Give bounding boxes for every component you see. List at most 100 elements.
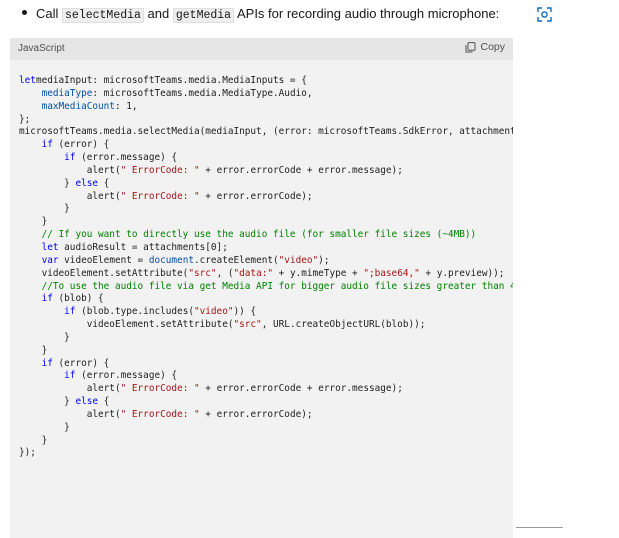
code-token: if bbox=[64, 152, 76, 164]
code-token: } bbox=[19, 177, 76, 189]
code-token: var bbox=[41, 254, 59, 266]
code-token: }; bbox=[19, 113, 31, 125]
code-line: if (error.message) { bbox=[19, 152, 513, 165]
code-token: alert( bbox=[19, 164, 121, 176]
code-token: "video" bbox=[278, 254, 319, 266]
code-token: if bbox=[41, 357, 53, 369]
code-token: " ErrorCode: " bbox=[120, 164, 200, 176]
code-block-header: JavaScript Copy bbox=[10, 38, 513, 60]
code-token: (error) { bbox=[52, 357, 110, 369]
code-token: )) { bbox=[233, 306, 257, 318]
code-line: }); bbox=[19, 447, 513, 460]
code-token: let bbox=[41, 241, 59, 253]
code-token: (blob.type.includes( bbox=[75, 306, 194, 318]
copy-icon bbox=[465, 41, 476, 52]
code-content: letmediaInput: microsoftTeams.media.Medi… bbox=[10, 60, 513, 460]
code-language-label: JavaScript bbox=[18, 43, 65, 54]
code-line: videoElement.setAttribute("src", URL.cre… bbox=[19, 319, 513, 332]
focus-mode-icon bbox=[537, 7, 552, 22]
instruction-prefix: Call bbox=[36, 6, 63, 21]
focus-mode-button[interactable] bbox=[536, 6, 553, 23]
code-token: } bbox=[19, 434, 48, 446]
code-token: "src" bbox=[233, 319, 262, 331]
code-line: } bbox=[19, 422, 513, 435]
code-line: if (blob.type.includes("video")) { bbox=[19, 306, 513, 319]
code-line: } bbox=[19, 345, 513, 358]
code-line: //To use the audio file via get Media AP… bbox=[19, 281, 513, 294]
code-block: JavaScript Copy letmediaInput: microsoft… bbox=[10, 38, 513, 538]
code-line: if (error) { bbox=[19, 358, 513, 371]
code-line: // If you want to directly use the audio… bbox=[19, 229, 513, 242]
code-token: audioResult = attachments[0]; bbox=[58, 241, 228, 253]
code-line: } bbox=[19, 435, 513, 448]
code-token: + error.errorCode); bbox=[199, 408, 313, 420]
code-token: ";base64," bbox=[363, 267, 420, 279]
code-line: if (error.message) { bbox=[19, 370, 513, 383]
code-line: var videoElement = document.createElemen… bbox=[19, 255, 513, 268]
code-token: { bbox=[98, 177, 110, 189]
code-token: alert( bbox=[19, 190, 121, 202]
code-token: alert( bbox=[19, 383, 121, 395]
code-token: } bbox=[19, 396, 76, 408]
code-line: if (blob) { bbox=[19, 293, 513, 306]
code-token: maxMediaCount bbox=[41, 100, 115, 112]
code-token: "src" bbox=[188, 267, 217, 279]
code-token: , ( bbox=[216, 267, 234, 279]
instruction-suffix: APIs for recording audio through microph… bbox=[234, 6, 500, 21]
code-token: document bbox=[148, 254, 194, 266]
code-line: alert(" ErrorCode: " + error.errorCode +… bbox=[19, 383, 513, 396]
code-token: //To use the audio file via get Media AP… bbox=[41, 280, 513, 292]
code-line: } else { bbox=[19, 396, 513, 409]
code-token: videoElement = bbox=[58, 254, 149, 266]
code-token: " ErrorCode: " bbox=[120, 190, 200, 202]
code-token: mediaType bbox=[41, 87, 93, 99]
code-token: + error.errorCode + error.message); bbox=[199, 383, 403, 395]
code-token: // If you want to directly use the audio… bbox=[41, 229, 477, 241]
code-line: } else { bbox=[19, 178, 513, 191]
code-token: if bbox=[41, 293, 53, 305]
code-token: : microsoftTeams.media.MediaType.Audio, bbox=[92, 87, 313, 99]
code-token: videoElement.setAttribute( bbox=[19, 267, 189, 279]
code-token: " ErrorCode: " bbox=[120, 408, 200, 420]
code-token: : 1, bbox=[114, 100, 138, 112]
code-token: + error.errorCode); bbox=[199, 190, 313, 202]
code-token: + y.preview)); bbox=[419, 267, 505, 279]
code-token: "video" bbox=[193, 306, 234, 318]
code-line: let audioResult = attachments[0]; bbox=[19, 242, 513, 255]
code-line: alert(" ErrorCode: " + error.errorCode); bbox=[19, 191, 513, 204]
code-token: , URL.createObjectURL(blob)); bbox=[261, 319, 426, 331]
copy-button[interactable]: Copy bbox=[465, 41, 505, 53]
code-token: + error.errorCode + error.message); bbox=[199, 164, 403, 176]
inline-code-select-media: selectMedia bbox=[62, 8, 144, 23]
code-token: if bbox=[64, 370, 76, 382]
code-line: if (error) { bbox=[19, 139, 513, 152]
code-token: } bbox=[19, 344, 48, 356]
code-line: } bbox=[19, 216, 513, 229]
instruction-item: Call selectMedia and getMedia APIs for r… bbox=[22, 5, 499, 25]
code-token: (error.message) { bbox=[75, 370, 178, 382]
code-token: }); bbox=[19, 447, 36, 459]
code-token: " ErrorCode: " bbox=[120, 383, 200, 395]
code-token: } bbox=[19, 203, 70, 215]
code-line: alert(" ErrorCode: " + error.errorCode +… bbox=[19, 165, 513, 178]
code-token: } bbox=[19, 216, 48, 228]
code-line: mediaType: microsoftTeams.media.MediaTyp… bbox=[19, 88, 513, 101]
code-token: let bbox=[19, 75, 36, 86]
code-token: (error) { bbox=[52, 139, 110, 151]
code-line: letmediaInput: microsoftTeams.media.Medi… bbox=[19, 75, 513, 88]
code-token: ); bbox=[318, 254, 330, 266]
bullet-point bbox=[22, 10, 27, 16]
code-token: videoElement.setAttribute( bbox=[19, 319, 234, 331]
